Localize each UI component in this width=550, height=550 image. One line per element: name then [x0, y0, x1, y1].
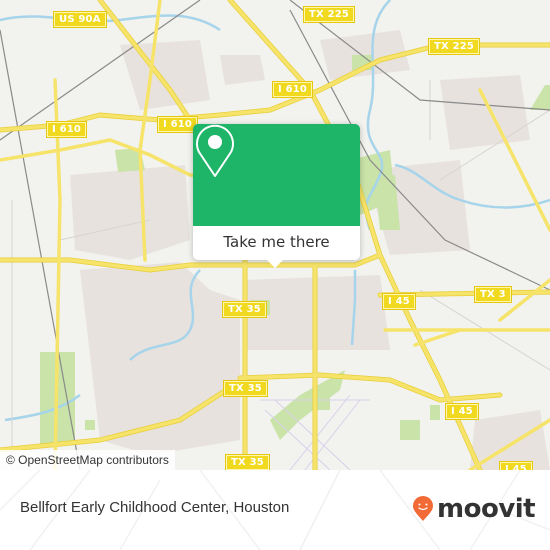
road-label-i45: I 45	[446, 404, 478, 419]
road-label-tx35: TX 35	[224, 381, 267, 396]
popup-pointer	[267, 260, 283, 268]
map-attribution[interactable]: © OpenStreetMap contributors	[0, 450, 175, 470]
road-label-tx225: TX 225	[304, 7, 355, 22]
moovit-pin-icon	[413, 496, 433, 521]
take-me-there-button[interactable]: Take me there	[193, 226, 360, 260]
road-label-tx225: TX 225	[429, 39, 480, 54]
road-label-tx3: TX 3	[475, 287, 511, 302]
place-name: Bellfort Early Childhood Center, Houston	[20, 499, 290, 516]
moovit-wordmark: moovit	[437, 494, 536, 524]
road-label-tx35: TX 35	[226, 455, 269, 470]
popup-header	[193, 124, 360, 226]
road-label-i610: I 610	[47, 122, 87, 137]
road-label-us-90a: US 90A	[54, 12, 106, 27]
moovit-logo[interactable]: moovit	[412, 494, 536, 524]
road-label-i610: I 610	[158, 117, 198, 132]
road-label-i610: I 610	[273, 82, 313, 97]
road-label-i45: I 45	[500, 462, 532, 470]
map-view[interactable]: US 90A I 610 I 610 I 610 TX 225 TX 225 T…	[0, 0, 550, 470]
road-label-tx35: TX 35	[223, 302, 266, 317]
map-pin-icon	[196, 124, 234, 177]
footer-bar: Bellfort Early Childhood Center, Houston…	[0, 470, 550, 550]
road-label-i45: I 45	[383, 294, 415, 309]
location-popup: Take me there	[193, 124, 360, 268]
